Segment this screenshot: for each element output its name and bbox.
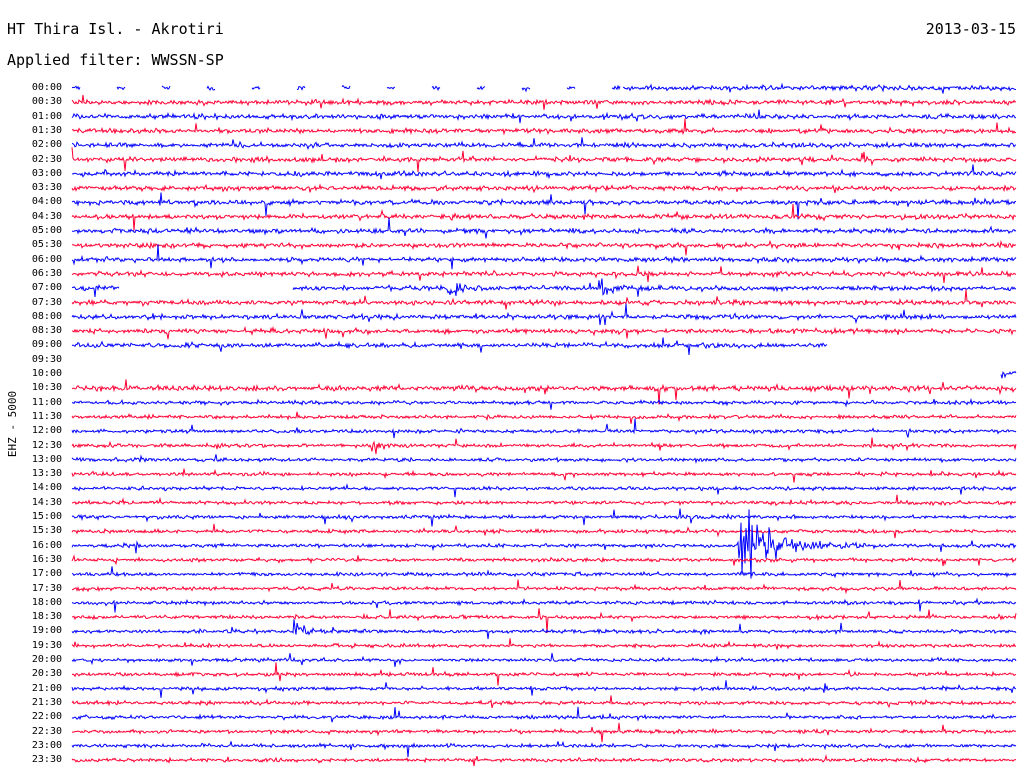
trace-row: [71, 244, 1017, 270]
trace-row: [71, 265, 1017, 283]
trace-row: [71, 740, 1017, 758]
trace-row: [71, 523, 1017, 539]
trace-row: [71, 109, 1017, 124]
trace-row: [71, 118, 1017, 136]
trace-row: [71, 137, 1017, 152]
trace-row: [71, 619, 1017, 640]
trace-row: [71, 418, 1017, 439]
trace-row: [71, 164, 1017, 180]
trace-row: [71, 192, 1016, 220]
trace-row: [71, 468, 1017, 483]
trace-row: [71, 411, 1017, 424]
trace-row: [71, 454, 1017, 464]
trace-row: [71, 579, 1017, 595]
trace-row: [71, 325, 1017, 340]
trace-row: [71, 437, 1017, 455]
trace-row: [71, 754, 1017, 767]
trace-row: [71, 337, 828, 355]
trace-row: [71, 94, 1017, 110]
trace-row: [71, 289, 1017, 310]
trace-row: [71, 509, 1017, 579]
trace-row: [71, 662, 1017, 686]
trace-row: [71, 680, 1017, 698]
trace-row: [71, 653, 1017, 667]
trace-row: [71, 508, 1017, 527]
trace-row: [71, 147, 1017, 172]
trace-row: [71, 494, 1017, 507]
trace-row: [1000, 370, 1017, 379]
trace-row: [71, 608, 1017, 634]
trace-row: [71, 239, 1017, 256]
trace-row: [71, 566, 1017, 579]
trace-row: [71, 554, 1017, 567]
trace-row: [71, 203, 1017, 231]
trace-row: [71, 303, 1017, 326]
trace-row: [71, 483, 1017, 498]
trace-row: [71, 183, 1017, 194]
trace-row: [71, 695, 1017, 709]
trace-row: [71, 597, 1017, 613]
trace-row: [71, 706, 1017, 723]
seismogram-plot: [71, 82, 1017, 767]
trace-row: [71, 278, 1017, 297]
trace-row: [71, 82, 1016, 94]
seismogram-traces: [71, 82, 1017, 767]
trace-row: [71, 217, 1017, 239]
trace-row: [71, 638, 1017, 650]
trace-row: [71, 722, 1017, 743]
trace-row: [71, 397, 1017, 410]
